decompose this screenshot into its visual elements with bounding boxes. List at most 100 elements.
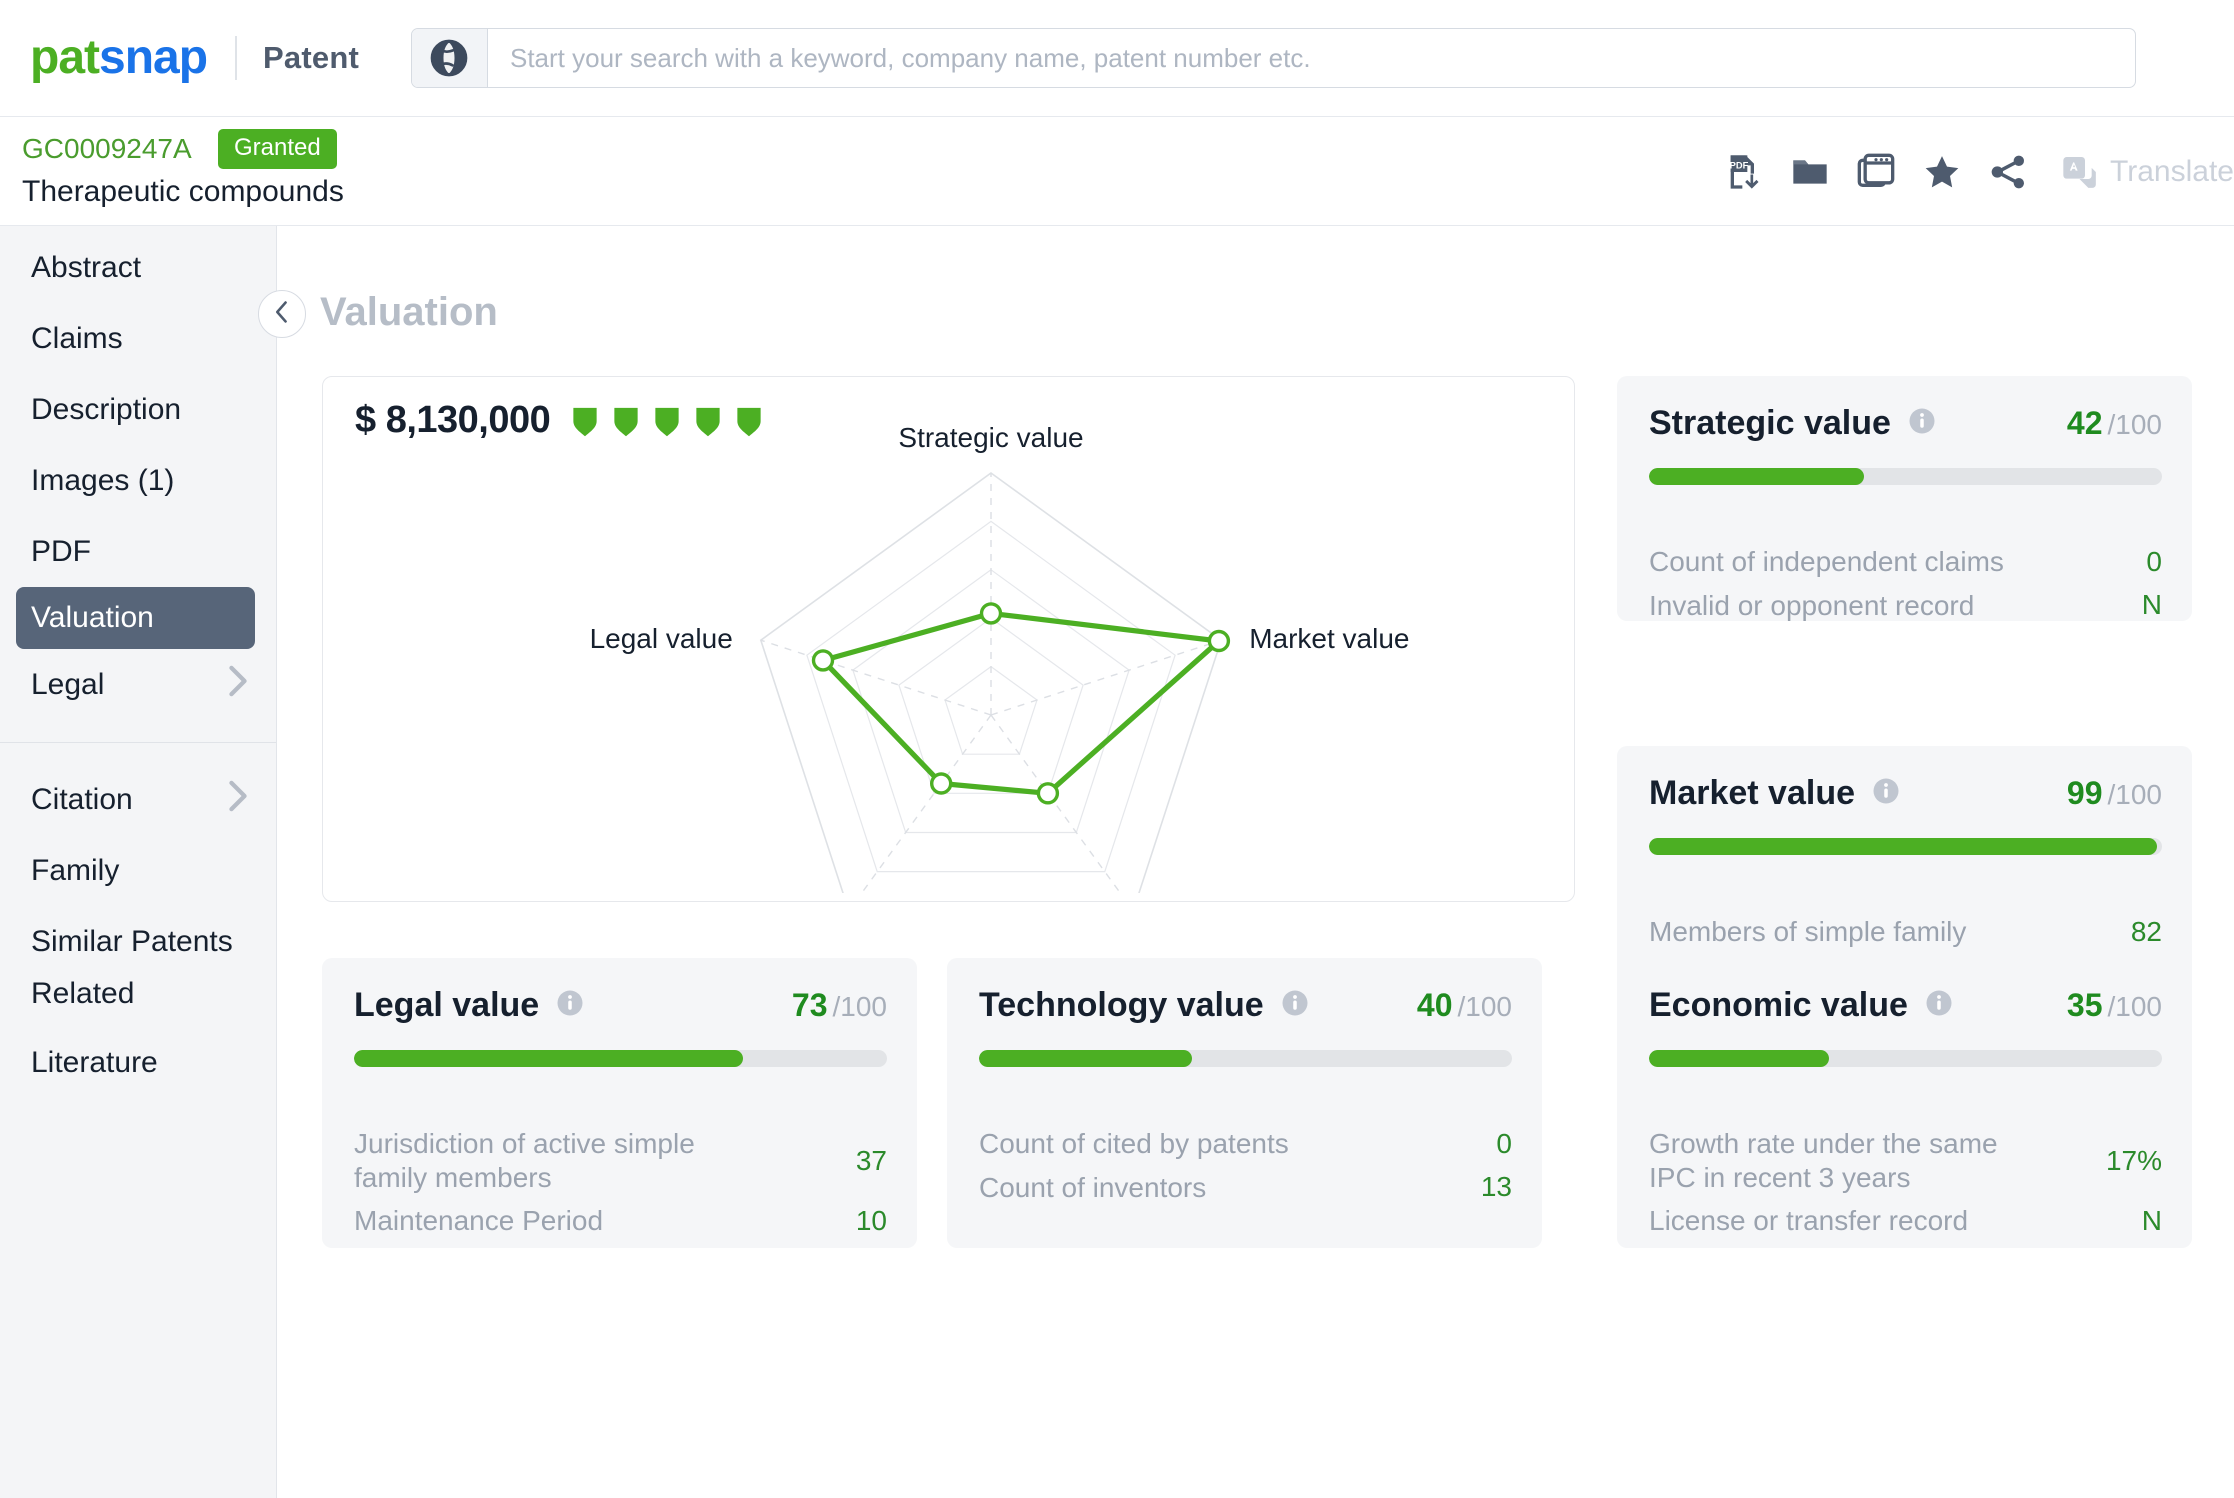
status-badge: Granted xyxy=(218,129,337,169)
score-progress-fill xyxy=(1649,468,1865,485)
metric-row: Maintenance Period 10 xyxy=(354,1199,887,1243)
info-icon[interactable] xyxy=(1907,406,1937,441)
translate-icon xyxy=(2060,152,2100,192)
card-metric-list: Count of cited by patents 0 Count of inv… xyxy=(979,1122,1512,1209)
sidebar-item-pdf[interactable]: PDF xyxy=(0,516,276,587)
metric-label: Maintenance Period xyxy=(354,1205,604,1237)
top-bar: patsnap Patent xyxy=(0,0,2234,116)
card-score: 35 /100 xyxy=(2067,987,2162,1024)
sidebar-item-similar-patents[interactable]: Similar Patents xyxy=(0,906,276,977)
metric-value: 82 xyxy=(2130,915,2162,947)
info-icon[interactable] xyxy=(1280,988,1310,1023)
metric-label: Growth rate under the same IPC in recent… xyxy=(1649,1128,1998,1193)
score-value: 35 xyxy=(2066,987,2103,1023)
radar-chart-svg: Strategic valueMarket valueTechnology va… xyxy=(590,422,1410,953)
metric-value: 37 xyxy=(855,1144,887,1176)
sidebar-item-valuation[interactable]: Valuation xyxy=(16,587,255,649)
score-value: 42 xyxy=(2066,405,2103,441)
score-value: 99 xyxy=(2066,775,2103,811)
radar-data-point[interactable] xyxy=(811,649,835,672)
folder-icon[interactable] xyxy=(1790,152,1830,192)
sidebar-item-label-line2: Literature xyxy=(31,1046,158,1080)
card-title: Technology value xyxy=(979,986,1264,1024)
score-progress-track xyxy=(1649,1050,2162,1067)
nav-patent-label[interactable]: Patent xyxy=(263,40,359,76)
sidebar-item-related-literature[interactable]: Related Literature xyxy=(0,977,276,1081)
patsnap-logo[interactable]: patsnap xyxy=(30,31,208,84)
radar-axis-spoke xyxy=(990,714,1134,912)
card-market-value: Market value 99 /100 Members of simple f… xyxy=(1617,746,2192,991)
valuation-chart-card: $ 8,130,000 Strategic valueMarket valueT… xyxy=(322,376,1575,953)
metric-row: Count of inventors 13 xyxy=(979,1166,1512,1210)
logo-divider xyxy=(235,36,238,80)
card-metric-list: Jurisdiction of active simple family mem… xyxy=(354,1122,887,1243)
windows-copy-icon[interactable] xyxy=(1856,152,1896,192)
card-title: Market value xyxy=(1649,774,1855,812)
score-progress-fill xyxy=(1649,1050,1829,1067)
score-progress-track xyxy=(354,1050,887,1067)
star-icon[interactable] xyxy=(1922,152,1962,192)
chevron-right-icon xyxy=(226,778,250,822)
patent-number[interactable]: GC0009247A xyxy=(22,133,192,165)
info-icon[interactable] xyxy=(1924,988,1954,1023)
sidebar-item-images[interactable]: Images (1) xyxy=(0,445,276,516)
score-progress-track xyxy=(1649,838,2162,855)
pdf-download-icon[interactable]: PDF xyxy=(1724,152,1764,192)
sidebar-divider xyxy=(0,742,276,743)
metric-row: Count of cited by patents 0 xyxy=(979,1122,1512,1166)
translate-button[interactable]: Translate xyxy=(2060,152,2234,192)
card-title: Strategic value xyxy=(1649,404,1891,442)
metric-value: 0 xyxy=(1496,1127,1512,1159)
card-metric-list: Count of independent claims 0 Invalid or… xyxy=(1649,540,2162,627)
score-progress-fill xyxy=(354,1050,744,1067)
card-header: Market value 99 /100 xyxy=(1649,774,2162,813)
metric-label: License or transfer record xyxy=(1649,1205,1969,1237)
sidebar-item-citation[interactable]: Citation xyxy=(0,764,276,835)
radar-axis-label: Market value xyxy=(1249,623,1409,654)
sidebar-item-label: Family xyxy=(31,853,120,887)
radar-data-point[interactable] xyxy=(930,772,953,795)
sidebar-item-claims[interactable]: Claims xyxy=(0,303,276,374)
metric-label: Count of inventors xyxy=(979,1171,1207,1203)
score-denominator: /100 xyxy=(1457,991,1513,1022)
metric-row: Invalid or opponent record N xyxy=(1649,584,2162,628)
card-score: 42 /100 xyxy=(2067,405,2162,442)
search-input[interactable] xyxy=(487,29,2135,87)
patent-title: Therapeutic compounds xyxy=(22,175,344,208)
metric-row: Count of independent claims 0 xyxy=(1649,540,2162,584)
radar-data-point[interactable] xyxy=(979,602,1003,625)
radar-axis-spoke xyxy=(760,639,992,716)
sidebar-item-legal[interactable]: Legal xyxy=(0,649,276,720)
card-title: Economic value xyxy=(1649,986,1908,1024)
sidebar-item-family[interactable]: Family xyxy=(0,835,276,906)
score-value: 40 xyxy=(1416,987,1453,1023)
metric-value: N xyxy=(2141,589,2162,621)
score-denominator: /100 xyxy=(832,991,888,1022)
share-icon[interactable] xyxy=(1988,152,2028,192)
metric-row: Growth rate under the same IPC in recent… xyxy=(1649,1122,2162,1199)
sidebar-collapse-button[interactable] xyxy=(258,290,306,338)
metric-label: Members of simple family xyxy=(1649,916,1967,947)
radar-data-point[interactable] xyxy=(1036,782,1060,805)
sidebar-item-label: PDF xyxy=(31,534,91,568)
card-header: Legal value 73 /100 xyxy=(354,986,887,1025)
globe-icon[interactable] xyxy=(411,29,488,87)
info-icon[interactable] xyxy=(1871,776,1901,811)
radar-data-point[interactable] xyxy=(1207,629,1231,653)
info-icon[interactable] xyxy=(555,988,585,1023)
sidebar-item-description[interactable]: Description xyxy=(0,374,276,445)
metric-row: License or transfer record N xyxy=(1649,1199,2162,1243)
sidebar-item-abstract[interactable]: Abstract xyxy=(0,232,276,303)
chevron-right-icon xyxy=(226,663,250,707)
search-bar[interactable] xyxy=(410,28,2136,88)
score-progress-track xyxy=(979,1050,1512,1067)
card-strategic-value: Strategic value 42 /100 Count of indepen… xyxy=(1617,376,2192,621)
card-economic-value: Economic value 35 /100 Growth rate under… xyxy=(1617,958,2192,1248)
card-score: 40 /100 xyxy=(1417,987,1512,1024)
metric-label: Jurisdiction of active simple family mem… xyxy=(354,1128,695,1193)
logo-text-pat: pat xyxy=(30,31,100,84)
logo-text-snap: snap xyxy=(99,31,208,84)
metric-value: 17% xyxy=(2105,1144,2162,1176)
header-action-bar: PDF Translate xyxy=(1724,117,2234,227)
sidebar-item-label: Images (1) xyxy=(31,463,175,497)
